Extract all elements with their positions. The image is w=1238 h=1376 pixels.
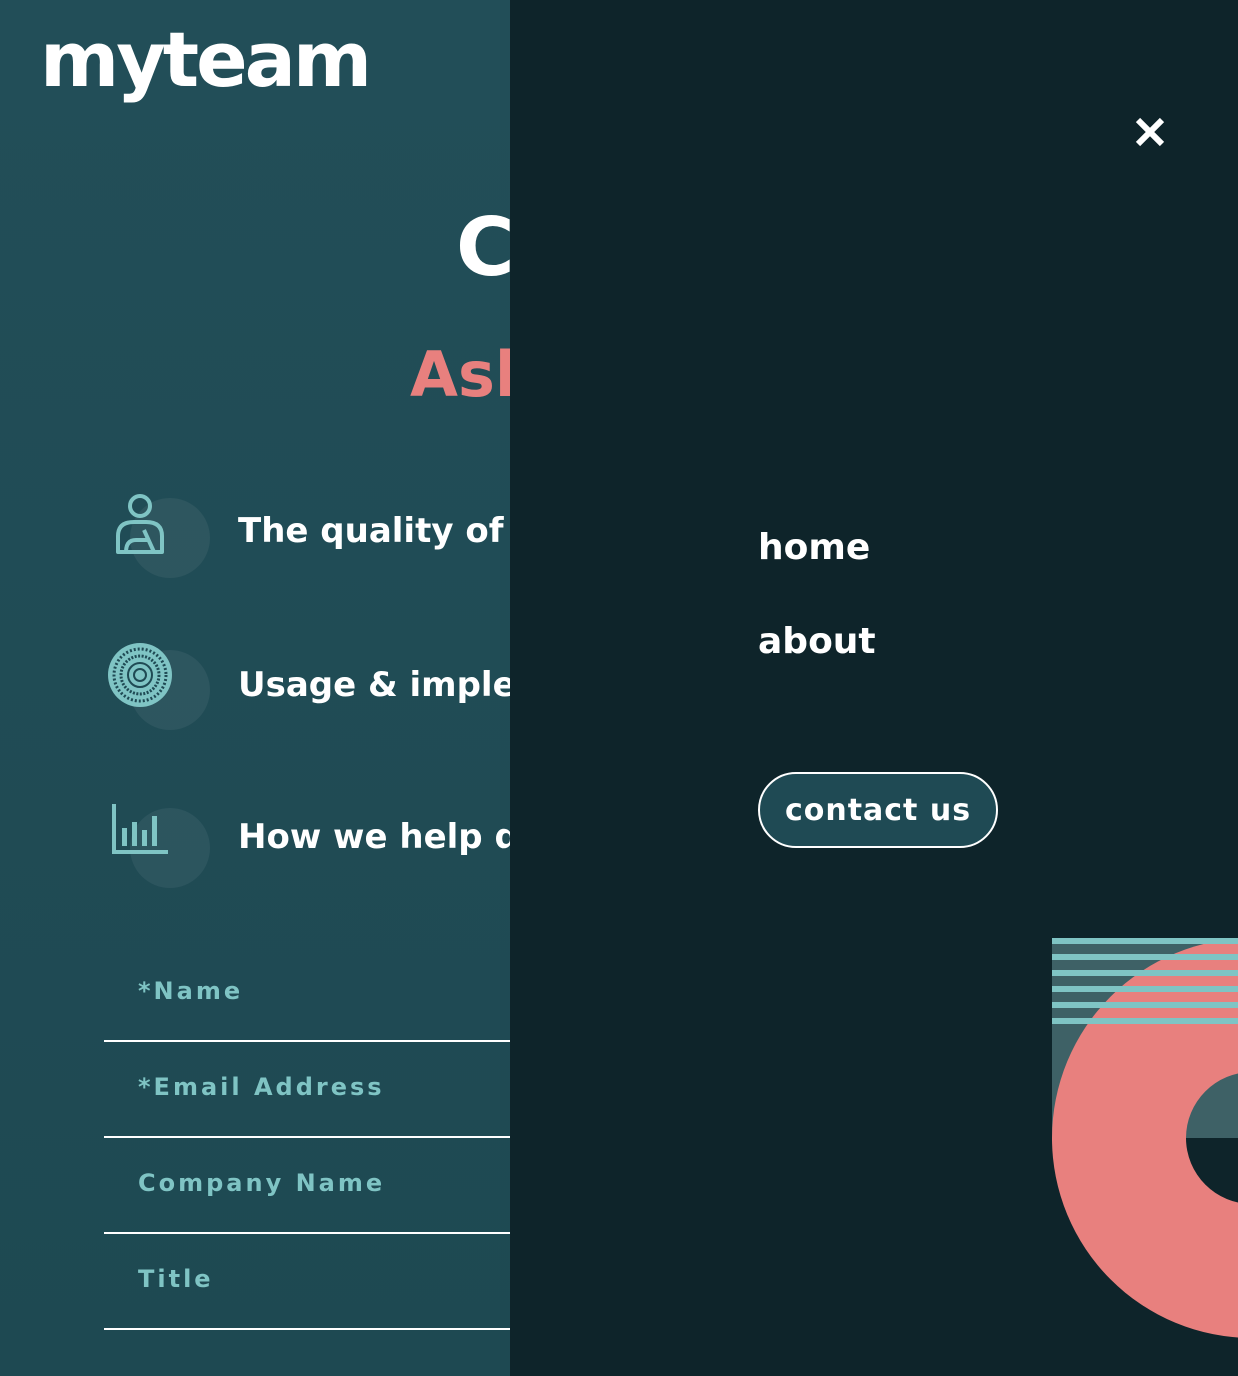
feature-text: Usage & implem <box>238 665 552 705</box>
chart-icon <box>112 804 168 854</box>
page-title: C <box>456 201 515 294</box>
contact-us-button[interactable]: contact us <box>758 772 998 848</box>
close-icon <box>1135 117 1165 147</box>
person-icon <box>116 494 164 554</box>
nav-link-home[interactable]: home <box>758 530 870 566</box>
logo[interactable]: myteam <box>40 22 372 98</box>
close-button[interactable] <box>1130 112 1170 152</box>
decorative-pattern-icon <box>1052 938 1238 1338</box>
nav-link-about[interactable]: about <box>758 624 876 660</box>
nexus-icon <box>108 643 172 707</box>
feature-text: How we help dri <box>238 817 548 857</box>
mobile-menu: home about contact us <box>510 0 1238 1376</box>
